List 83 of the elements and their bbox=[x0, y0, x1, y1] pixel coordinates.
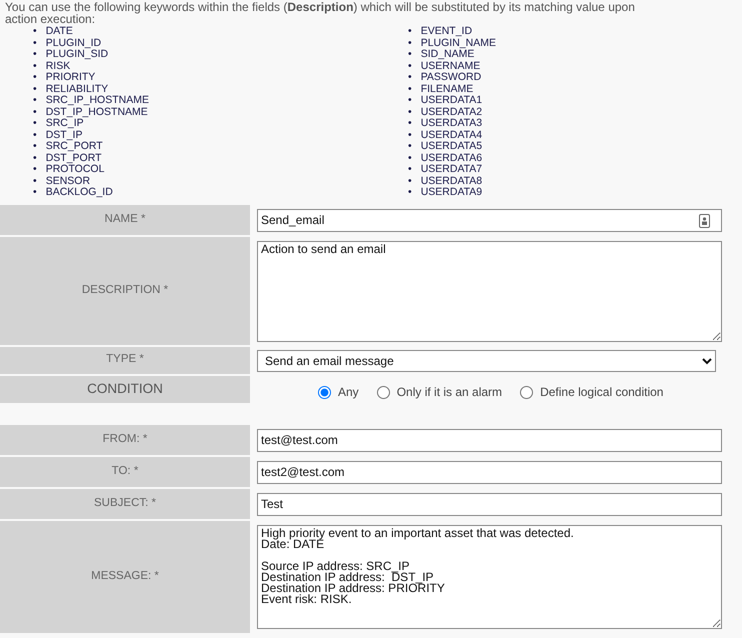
radio-label: Any bbox=[338, 384, 359, 401]
intro-text: You can use the following keywords within the fields (Description) which will be substituted by its matching value upon action execution: bbox=[4, 0, 636, 25]
keyword-item: USERDATA9 bbox=[420, 187, 482, 198]
bullet: • bbox=[33, 72, 37, 84]
keyword-item: USERDATA2 bbox=[420, 106, 482, 118]
keyword-item: USERDATA1 bbox=[420, 95, 482, 106]
keyword-item: DST_IP_HOSTNAME bbox=[46, 106, 148, 118]
bullet: • bbox=[33, 95, 37, 106]
bullet: • bbox=[408, 106, 412, 118]
keyword-item: SRC_PORT bbox=[46, 141, 103, 152]
keyword-item: PRIORITY bbox=[46, 72, 96, 84]
bullet: • bbox=[408, 26, 412, 38]
keyword-item: PLUGIN_NAME bbox=[420, 38, 496, 49]
radio-label: Only if it is an alarm bbox=[396, 384, 502, 401]
keyword-item: USERDATA3 bbox=[420, 118, 482, 130]
bullet: • bbox=[408, 95, 412, 106]
bullet: • bbox=[408, 187, 412, 198]
description-field[interactable]: Action to send an email bbox=[257, 240, 722, 342]
keyword-item: SENSOR bbox=[46, 176, 90, 187]
bullet: • bbox=[33, 26, 37, 38]
keyword-item: USERDATA8 bbox=[420, 176, 482, 187]
bullet: • bbox=[408, 141, 412, 152]
bullet: • bbox=[33, 60, 37, 72]
text-field[interactable]: test@test.com bbox=[257, 428, 722, 452]
keyword-item: PLUGIN_SID bbox=[46, 49, 108, 60]
keyword-item: EVENT_ID bbox=[420, 26, 472, 38]
keyword-item: DATE bbox=[46, 26, 73, 38]
bullet: • bbox=[408, 84, 412, 95]
keyword-item: FILENAME bbox=[420, 84, 474, 95]
field-label: MESSAGE: * bbox=[0, 520, 250, 632]
bullet: • bbox=[408, 164, 412, 176]
keyword-item: DST_IP bbox=[46, 130, 82, 141]
message-field[interactable]: High priority event to an important asset that was detected. Date: DATE Source IP address: SRC_IP Destination IP address: DST_IP Destination IP address: PRIORITY Event risk: RISK. bbox=[257, 524, 722, 628]
bullet: • bbox=[408, 49, 412, 60]
keyword-item: SRC_IP bbox=[46, 118, 84, 130]
keyword-item: USERDATA4 bbox=[420, 130, 482, 141]
radio-button[interactable] bbox=[318, 386, 331, 398]
bullet: • bbox=[408, 130, 412, 141]
keyword-item: PASSWORD bbox=[420, 72, 482, 84]
bullet: • bbox=[408, 72, 412, 84]
text-field[interactable]: Test bbox=[257, 492, 722, 516]
bullet: • bbox=[33, 187, 37, 198]
bullet: • bbox=[33, 164, 37, 176]
text-field[interactable]: Send_email bbox=[257, 208, 722, 232]
bullet: • bbox=[33, 141, 37, 152]
keyword-item: DST_PORT bbox=[46, 152, 102, 164]
radio-label: Define logical condition bbox=[540, 384, 664, 401]
type-dropdown[interactable]: Send an email message bbox=[257, 350, 716, 372]
keyword-item: SRC_IP_HOSTNAME bbox=[46, 95, 149, 106]
keyword-item: USERDATA5 bbox=[420, 141, 482, 152]
bullet: • bbox=[33, 84, 37, 95]
field-label: CONDITION bbox=[0, 376, 250, 402]
field-label: NAME * bbox=[0, 204, 250, 234]
keyword-item: USERNAME bbox=[420, 60, 480, 72]
keyword-item: PROTOCOL bbox=[46, 164, 104, 176]
keyword-item: RELIABILITY bbox=[46, 84, 108, 95]
field-label: TO: * bbox=[0, 456, 250, 486]
bullet: • bbox=[33, 130, 37, 141]
keyword-item: USERDATA7 bbox=[420, 164, 482, 176]
field-label: DESCRIPTION * bbox=[0, 236, 250, 344]
keyword-item: RISK bbox=[46, 60, 70, 72]
bullet: • bbox=[33, 38, 37, 49]
keyword-item: SID_NAME bbox=[420, 49, 474, 60]
field-label: SUBJECT: * bbox=[0, 488, 250, 518]
bullet: • bbox=[33, 49, 37, 60]
bullet: • bbox=[408, 38, 412, 49]
bullet: • bbox=[408, 176, 412, 187]
contact-card-icon[interactable] bbox=[699, 214, 710, 228]
bullet: • bbox=[33, 118, 37, 130]
radio-button[interactable] bbox=[376, 386, 390, 398]
field-label: FROM: * bbox=[0, 424, 250, 454]
keyword-item: BACKLOG_ID bbox=[46, 187, 113, 198]
bullet: • bbox=[408, 60, 412, 72]
keyword-item: PLUGIN_ID bbox=[46, 38, 102, 49]
keyword-item: USERDATA6 bbox=[420, 152, 482, 164]
bullet: • bbox=[33, 152, 37, 164]
bullet: • bbox=[33, 176, 37, 187]
text-field[interactable]: test2@test.com bbox=[257, 460, 722, 484]
field-label: TYPE * bbox=[0, 346, 250, 374]
bullet: • bbox=[408, 118, 412, 130]
bullet: • bbox=[408, 152, 412, 164]
radio-button[interactable] bbox=[520, 386, 534, 398]
bullet: • bbox=[33, 106, 37, 118]
